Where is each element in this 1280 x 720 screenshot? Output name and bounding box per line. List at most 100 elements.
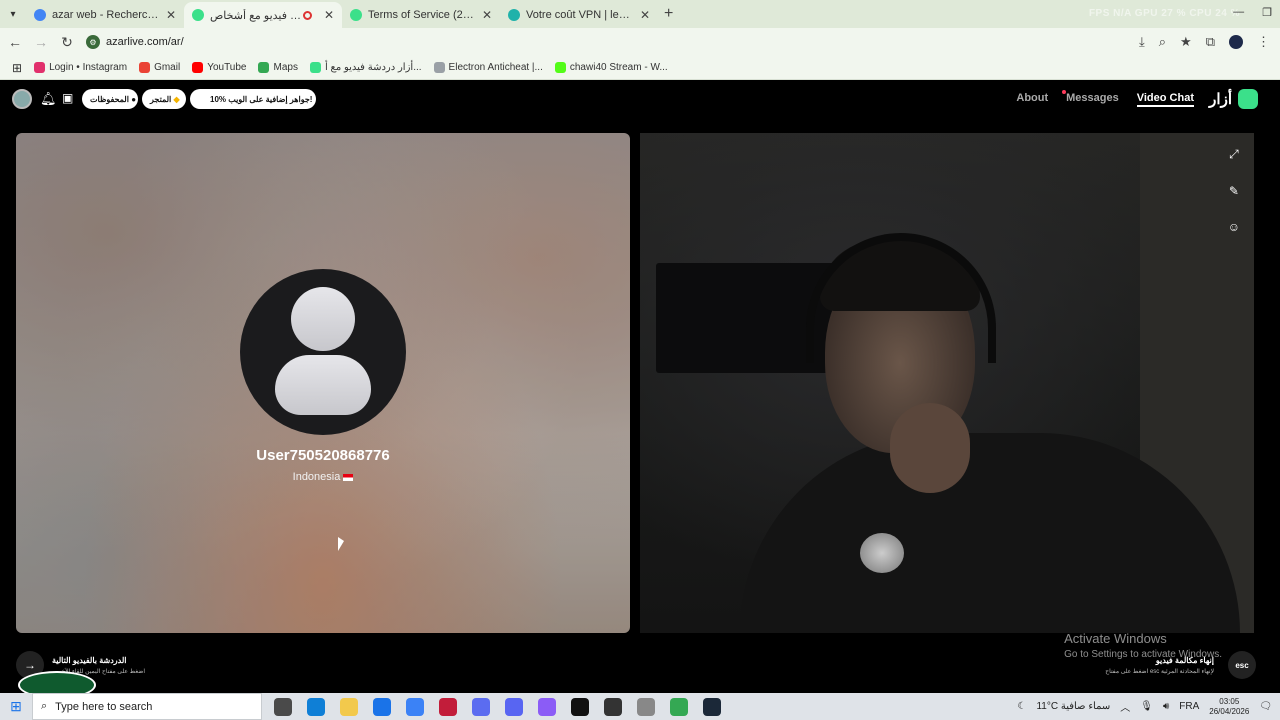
weather-text[interactable]: 11°C سماء صافية	[1036, 701, 1110, 712]
search-icon: ⌕	[41, 700, 48, 712]
azar-favicon-icon	[192, 9, 204, 21]
saved-label: المحفوظات	[90, 94, 129, 104]
bookmark-azar[interactable]: أزار دردشة فيديو مع أ...	[309, 62, 422, 73]
app-purple-icon[interactable]	[538, 697, 556, 716]
store-icon[interactable]	[406, 697, 424, 716]
headset	[806, 233, 996, 363]
bookmark-label: Maps	[273, 62, 298, 73]
system-tray: ☾ 11°C سماء صافية ︿ 🎙︎ 🔊︎ FRA 03:05 26/0…	[1017, 693, 1272, 720]
clock-date: 26/04/2026	[1209, 706, 1250, 716]
bookmark-maps[interactable]: Maps	[258, 62, 298, 73]
tab-title: Votre coût VPN | les plans tarif	[526, 9, 634, 21]
store-button[interactable]: المتجر ◆	[142, 89, 186, 109]
app-red-icon[interactable]	[439, 697, 457, 716]
nav-messages[interactable]: Messages	[1062, 90, 1119, 107]
notifications-icon[interactable]: 🗨︎	[1259, 701, 1272, 712]
azar-brand[interactable]: أزار	[1209, 89, 1258, 109]
search-placeholder: Type here to search	[55, 700, 153, 713]
tab-terms[interactable]: Terms of Service (2026-02-01) ✕	[342, 2, 500, 28]
close-tab-icon[interactable]: ✕	[640, 8, 650, 22]
tab-azar[interactable]: أزار دردشة فيديو مع أشخاص ✕	[184, 2, 342, 28]
mail-icon[interactable]	[373, 697, 391, 716]
azar-favicon-icon	[350, 9, 362, 21]
chrome-icon[interactable]	[670, 697, 688, 716]
magic-wand-icon[interactable]: ✎	[1229, 184, 1239, 198]
vpn-favicon-icon	[508, 9, 520, 21]
azar-icon	[309, 62, 321, 73]
gmail-icon	[139, 62, 151, 73]
moon-icon: ☾	[1017, 701, 1027, 712]
azar-logo-icon	[1238, 89, 1258, 109]
tab-search-chevron-icon[interactable]: ▾	[0, 0, 26, 28]
google-favicon-icon	[34, 9, 46, 21]
bookmark-electron[interactable]: Electron Anticheat |...	[433, 62, 543, 73]
volume-icon[interactable]: 🔊︎	[1163, 701, 1169, 712]
site-info-icon[interactable]: ⚙	[86, 35, 100, 49]
my-camera-panel: ⤢ ✎ ☺	[640, 133, 1254, 633]
avatar-body	[275, 355, 371, 415]
nav-messages-label: Messages	[1066, 92, 1119, 104]
perf-overlay: FPS N/A GPU 27 % CPU 24 %	[1088, 8, 1240, 19]
windows-start-icon[interactable]: ⊞	[0, 693, 32, 720]
tab-title: أزار دردشة فيديو مع أشخاص	[210, 9, 303, 22]
tray-chevron-icon[interactable]: ︿	[1120, 699, 1130, 714]
browser-menu-icon[interactable]: ⋮	[1257, 34, 1270, 50]
country-name: Indonesia	[292, 471, 341, 483]
inbox-icon[interactable]: ▣	[62, 91, 73, 105]
taskbar-search[interactable]: ⌕ Type here to search	[32, 693, 262, 720]
back-arrow-icon[interactable]: ←	[4, 34, 26, 50]
tab-google-search[interactable]: azar web - Recherche Google ✕	[26, 2, 184, 28]
minimize-icon[interactable]: —	[1233, 6, 1244, 19]
file-explorer-icon[interactable]	[340, 697, 358, 716]
nav-video-chat[interactable]: Video Chat	[1136, 92, 1194, 107]
promo-button[interactable]: 10% جواهر إضافية على الويب!	[190, 89, 316, 109]
app-blue-icon[interactable]	[472, 697, 490, 716]
bookmark-youtube[interactable]: YouTube	[192, 62, 246, 73]
terminal-icon[interactable]	[571, 697, 589, 716]
bookmark-kick[interactable]: chawi40 Stream - W...	[554, 62, 668, 73]
end-call-hint: إنهاء مكالمة فيديو اضغط على مفتاح esc لإ…	[1105, 651, 1256, 679]
restore-icon[interactable]: ❐	[1262, 6, 1272, 19]
discord-icon[interactable]	[505, 697, 523, 716]
apps-grid-icon[interactable]: ⊞	[12, 61, 22, 75]
taskbar-apps	[274, 697, 721, 716]
obs-icon[interactable]	[604, 697, 622, 716]
zoom-icon[interactable]: ⌕	[1159, 34, 1166, 50]
forward-arrow-icon[interactable]: →	[30, 34, 52, 50]
main-nav: About Messages Video Chat	[1016, 90, 1194, 107]
steam-icon[interactable]	[703, 697, 721, 716]
edge-icon[interactable]	[307, 697, 325, 716]
face-filter-icon[interactable]: ☺	[1228, 220, 1240, 234]
bookmark-instagram[interactable]: Login • Instagram	[34, 62, 127, 73]
mic-icon[interactable]: 🎙︎	[1140, 701, 1153, 712]
bell-icon[interactable]: 🔔︎	[40, 91, 57, 107]
expand-icon[interactable]: ⤢	[1229, 147, 1239, 162]
clock[interactable]: 03:05 26/04/2026	[1209, 697, 1249, 717]
brand-name: أزار	[1209, 91, 1232, 108]
bookmark-star-icon[interactable]: ★	[1180, 34, 1192, 50]
bookmark-gmail[interactable]: Gmail	[139, 62, 180, 73]
instagram-icon	[34, 62, 46, 73]
browser-tab-strip: ▾ azar web - Recherche Google ✕ أزار درد…	[0, 0, 1280, 28]
close-tab-icon[interactable]: ✕	[324, 8, 334, 22]
bookmark-label: أزار دردشة فيديو مع أ...	[324, 62, 422, 73]
new-tab-plus-icon[interactable]: +	[664, 5, 673, 23]
input-language[interactable]: FRA	[1179, 701, 1199, 712]
tab-vpn[interactable]: Votre coût VPN | les plans tarif ✕	[500, 2, 658, 28]
task-view-icon[interactable]	[274, 697, 292, 716]
extensions-icon[interactable]: ⧉	[1206, 34, 1215, 50]
reload-icon[interactable]: ↻	[56, 34, 78, 51]
close-tab-icon[interactable]: ✕	[166, 8, 176, 22]
esc-button[interactable]: esc	[1228, 651, 1256, 679]
url-field[interactable]: ⚙ azarlive.com/ar/	[86, 35, 184, 49]
profile-avatar[interactable]	[1229, 35, 1243, 49]
saved-button[interactable]: المحفوظات ●	[82, 89, 138, 109]
end-hint-subtitle: اضغط على مفتاح esc لإنهاء المحادثة المرئ…	[1105, 668, 1214, 675]
app-gray-icon[interactable]	[637, 697, 655, 716]
nav-about[interactable]: About	[1016, 92, 1048, 107]
my-avatar[interactable]	[12, 89, 32, 109]
promo-label: 10% جواهر إضافية على الويب!	[210, 94, 313, 104]
camera-controls: ⤢ ✎ ☺	[1228, 147, 1240, 234]
close-tab-icon[interactable]: ✕	[482, 8, 492, 22]
install-app-icon[interactable]: ⤓	[1139, 34, 1145, 50]
